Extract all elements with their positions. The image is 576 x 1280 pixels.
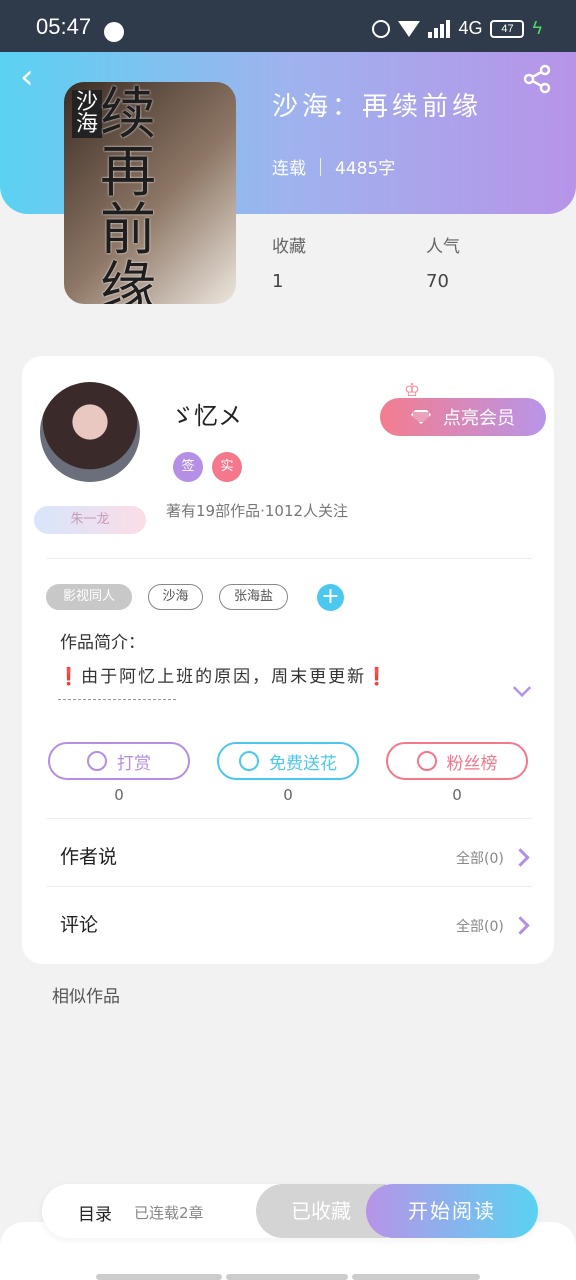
fan-count: 0 — [452, 786, 462, 804]
alarm-icon — [372, 19, 391, 38]
book-title: 沙海：再续前缘 — [272, 92, 483, 122]
exclamation-icon: ❗ — [58, 667, 82, 687]
toc-status[interactable]: 已连载2章 — [134, 1202, 204, 1223]
user-heart-icon — [416, 751, 437, 771]
exclamation-icon: ❗ — [366, 667, 390, 687]
send-flower-label: 免费送花 — [269, 753, 337, 774]
globe-icon — [104, 22, 124, 42]
status-bar: 05:47 4G 47 ϟ — [0, 0, 576, 52]
network-type: 4G — [458, 18, 483, 38]
send-flower-button[interactable]: 免费送花 — [217, 742, 359, 780]
signed-badge: 签 — [173, 452, 203, 482]
home-indicator — [352, 1274, 480, 1280]
yen-icon — [87, 751, 107, 771]
charging-icon: ϟ — [532, 18, 542, 38]
intro-ellipsis — [58, 690, 176, 700]
author-avatar[interactable] — [40, 382, 140, 482]
fan-ranking-button[interactable]: 粉丝榜 — [386, 742, 528, 780]
share-icon[interactable] — [522, 64, 552, 94]
intro-text: ❗由于阿忆上班的原因，周末更更新❗ — [58, 662, 389, 687]
book-status: 连载 — [272, 159, 306, 179]
divider — [46, 886, 532, 887]
toc-button[interactable]: 目录 — [78, 1200, 112, 1225]
diamond-icon — [411, 410, 431, 424]
author-says-all[interactable]: 全部(0) — [456, 848, 504, 868]
verified-badge: 实 — [212, 452, 242, 482]
battery-icon: 47 — [490, 19, 525, 38]
stat-label: 收藏 — [272, 237, 306, 257]
start-reading-button[interactable]: 开始阅读 — [366, 1184, 538, 1238]
stat-favorites: 收藏 1 — [272, 232, 306, 292]
author-stats: 著有19部作品·1012人关注 — [166, 502, 349, 520]
cover-art-title: 续再前缘 — [100, 82, 156, 305]
author-title-tag: 朱一龙 — [34, 506, 146, 534]
book-meta: 连载 4485字 — [272, 154, 395, 179]
comments-label[interactable]: 评论 — [60, 910, 98, 937]
wifi-icon — [398, 20, 421, 37]
intro-title: 作品简介： — [60, 633, 145, 653]
stat-value: 70 — [426, 271, 449, 292]
reward-count: 0 — [114, 786, 124, 804]
fan-ranking-label: 粉丝榜 — [446, 753, 498, 774]
tag-chip[interactable]: 沙海 — [148, 584, 203, 610]
divider — [46, 818, 532, 819]
stat-value: 1 — [272, 271, 284, 292]
tag-chip[interactable]: 张海盐 — [219, 584, 288, 610]
add-tag-button[interactable]: + — [317, 584, 344, 611]
home-indicator — [226, 1274, 348, 1280]
stat-label: 人气 — [426, 237, 460, 257]
home-indicator — [96, 1274, 222, 1280]
tag-chip[interactable]: 影视同人 — [46, 584, 132, 610]
status-time: 05:47 — [36, 14, 92, 39]
reward-label: 打赏 — [117, 753, 151, 774]
book-word-count: 4485字 — [335, 159, 396, 179]
status-indicators: 4G 47 ϟ — [372, 18, 542, 39]
reward-button[interactable]: 打赏 — [48, 742, 190, 780]
vip-button[interactable]: 点亮会员 — [380, 398, 546, 436]
stat-popularity: 人气 70 — [426, 232, 460, 292]
author-name[interactable]: ゞ忆メ — [170, 396, 242, 431]
comments-all[interactable]: 全部(0) — [456, 916, 504, 936]
signal-icon — [428, 19, 451, 38]
author-says-label[interactable]: 作者说 — [60, 842, 117, 869]
intro-body: 由于阿忆上班的原因，周末更更新 — [81, 667, 367, 687]
book-cover[interactable]: 沙海 续再前缘 — [64, 82, 236, 304]
divider — [46, 558, 532, 559]
vip-button-label: 点亮会员 — [443, 408, 515, 429]
meta-divider — [320, 157, 321, 176]
back-icon[interactable]: ‹ — [20, 60, 50, 94]
similar-works-title: 相似作品 — [52, 987, 120, 1007]
flower-count: 0 — [283, 786, 293, 804]
flower-icon — [239, 751, 259, 771]
cover-art-text: 沙海 — [72, 90, 102, 138]
